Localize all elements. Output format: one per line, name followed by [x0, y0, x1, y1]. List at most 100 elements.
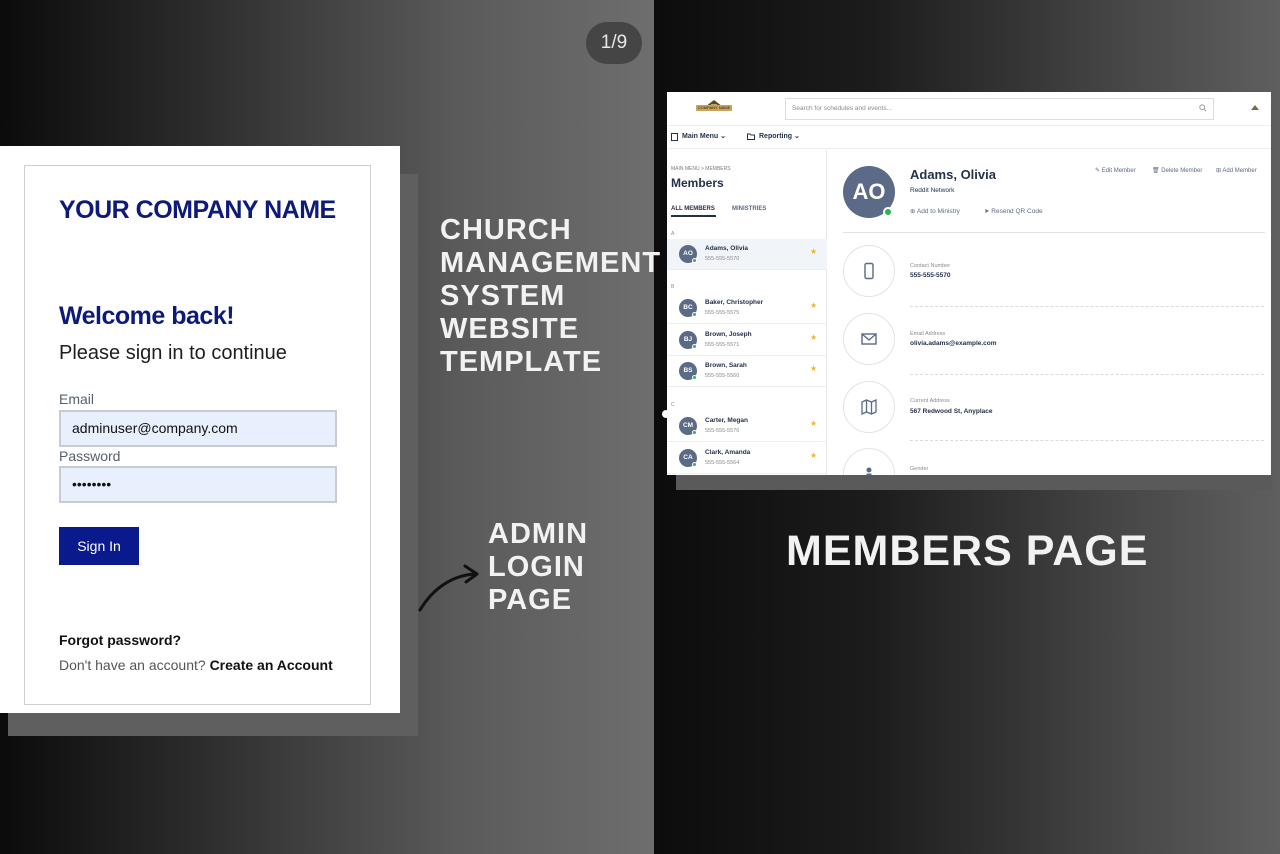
- search-input[interactable]: Search for schedules and events...: [785, 98, 1214, 120]
- member-name: Adams, Olivia: [705, 245, 748, 252]
- edit-member-button[interactable]: ✎ Edit Member: [1095, 167, 1136, 174]
- active-tab-indicator: [671, 215, 716, 217]
- list-item[interactable]: AO Adams, Olivia 555-555-5570 ★: [667, 239, 827, 270]
- add-member-button[interactable]: ⊞ Add Member: [1216, 167, 1257, 174]
- member-name: Brown, Joseph: [705, 331, 752, 338]
- list-item[interactable]: BC Baker, Christopher 555-555-5575 ★: [667, 293, 827, 324]
- admin-login-caption: ADMIN LOGIN PAGE: [488, 518, 588, 617]
- star-icon[interactable]: ★: [810, 301, 817, 310]
- sign-in-button[interactable]: Sign In: [59, 527, 139, 565]
- login-card: YOUR COMPANY NAME Welcome back! Please s…: [0, 146, 400, 713]
- main-menu-label: Main Menu: [682, 133, 719, 140]
- list-item[interactable]: CM Carter, Megan 555-555-5576 ★: [667, 411, 827, 442]
- tab-all-members[interactable]: ALL MEMBERS: [671, 206, 715, 212]
- add-person-icon: ⊕: [910, 208, 916, 215]
- star-icon[interactable]: ★: [810, 364, 817, 373]
- online-status-dot: [692, 375, 697, 380]
- contact-value: 555-555-5570: [910, 272, 951, 279]
- add-to-ministry-label: Add to Ministry: [916, 208, 960, 215]
- group-letter: B: [671, 284, 675, 290]
- main-title-line: CHURCH: [440, 214, 572, 246]
- create-account-link[interactable]: Create an Account: [210, 657, 333, 673]
- member-phone: 555-555-5564: [705, 460, 740, 466]
- reporting-label: Reporting: [759, 133, 793, 140]
- divider: [910, 374, 1264, 375]
- delete-member-button[interactable]: 🗑 Delete Member: [1152, 167, 1202, 174]
- list-item[interactable]: BJ Brown, Joseph 555-555-5571 ★: [667, 325, 827, 356]
- list-item[interactable]: CA Clark, Amanda 555-555-5564 ★: [667, 443, 827, 474]
- no-account-text: Don't have an account? Create an Account: [59, 657, 333, 673]
- edit-member-label: Edit Member: [1101, 168, 1136, 174]
- member-phone: 555-555-5570: [705, 256, 740, 262]
- admin-login-line: ADMIN: [488, 518, 589, 550]
- members-topbar: COMPANY NAME Search for schedules and ev…: [667, 92, 1271, 126]
- members-screenshot: COMPANY NAME Search for schedules and ev…: [667, 92, 1271, 475]
- curved-arrow-icon: [418, 564, 479, 612]
- divider: [910, 306, 1264, 307]
- members-page-caption: MEMBERS PAGE: [786, 527, 1149, 575]
- divider: [843, 232, 1265, 233]
- member-name: Carter, Megan: [705, 417, 748, 424]
- online-status-dot: [883, 207, 893, 217]
- folder-icon: [747, 133, 755, 140]
- star-icon[interactable]: ★: [810, 247, 817, 256]
- main-menu-dropdown[interactable]: Main Menu ⌄: [682, 132, 726, 140]
- online-status-dot: [692, 312, 697, 317]
- person-icon: [866, 467, 872, 475]
- welcome-heading: Welcome back!: [59, 302, 235, 330]
- email-label: Email Address: [910, 331, 946, 337]
- add-to-ministry-button[interactable]: ⊕ Add to Ministry: [910, 207, 960, 215]
- member-phone: 555-555-5576: [705, 428, 740, 434]
- members-navbar: Main Menu ⌄ Reporting ⌄: [667, 127, 1271, 149]
- no-account-label: Don't have an account?: [59, 657, 206, 673]
- phone-icon-circle: [843, 245, 895, 297]
- member-phone: 555-555-5575: [705, 310, 740, 316]
- tab-ministries[interactable]: MINISTRIES: [732, 206, 766, 212]
- email-field[interactable]: adminuser@company.com: [59, 410, 337, 447]
- member-name: Clark, Amanda: [705, 449, 751, 456]
- star-icon[interactable]: ★: [810, 333, 817, 342]
- resend-qr-button[interactable]: ➤ Resend QR Code: [984, 207, 1043, 215]
- email-value: olivia.adams@example.com: [910, 340, 997, 347]
- email-icon-circle: [843, 313, 895, 365]
- main-title-line: SYSTEM: [440, 280, 566, 312]
- members-list-panel: MAIN MENU > MEMBERS Members ALL MEMBERS …: [667, 150, 827, 475]
- address-label: Current Address: [910, 398, 950, 404]
- online-status-dot: [692, 344, 697, 349]
- main-title-line: MANAGEMENT: [440, 247, 662, 279]
- forgot-password-link[interactable]: Forgot password?: [59, 632, 181, 648]
- member-phone: 555-555-5560: [705, 373, 740, 379]
- phone-icon: [864, 262, 874, 280]
- main-title-line: WEBSITE: [440, 313, 580, 345]
- members-title: Members: [671, 176, 724, 190]
- password-field[interactable]: ••••••••: [59, 466, 337, 503]
- company-name: YOUR COMPANY NAME: [59, 196, 336, 224]
- login-form: YOUR COMPANY NAME Welcome back! Please s…: [24, 165, 371, 705]
- member-name: Baker, Christopher: [705, 299, 764, 306]
- star-icon[interactable]: ★: [810, 419, 817, 428]
- breadcrumb: MAIN MENU > MEMBERS: [671, 166, 731, 172]
- list-item[interactable]: BS Brown, Sarah 555-555-5560 ★: [667, 356, 827, 387]
- email-label: Email: [59, 391, 95, 407]
- search-placeholder: Search for schedules and events...: [792, 105, 893, 112]
- star-icon[interactable]: ★: [810, 451, 817, 460]
- main-title-caption: CHURCH MANAGEMENT SYSTEM WEBSITE TEMPLAT…: [440, 214, 661, 379]
- admin-login-line: LOGIN: [488, 551, 585, 583]
- password-label: Password: [59, 448, 121, 464]
- search-icon[interactable]: [1199, 104, 1207, 112]
- admin-login-line: PAGE: [488, 584, 573, 616]
- gender-icon-circle: [843, 448, 895, 475]
- contact-label: Contact Number: [910, 263, 951, 269]
- menu-book-icon: [671, 133, 678, 141]
- trash-icon: 🗑: [1152, 168, 1160, 174]
- group-letter: A: [671, 231, 675, 237]
- reporting-dropdown[interactable]: Reporting ⌄: [759, 132, 800, 140]
- send-icon: ➤: [984, 208, 990, 215]
- member-profile-panel: AO Adams, Olivia Reddit Network ⊕ Add to…: [828, 150, 1271, 475]
- user-menu-icon[interactable]: [1250, 104, 1260, 112]
- delete-member-label: Delete Member: [1161, 168, 1203, 174]
- edit-icon: ✎: [1095, 168, 1101, 174]
- address-icon-circle: [843, 381, 895, 433]
- add-member-label: Add Member: [1222, 168, 1257, 174]
- page-counter: 1/9: [586, 22, 642, 64]
